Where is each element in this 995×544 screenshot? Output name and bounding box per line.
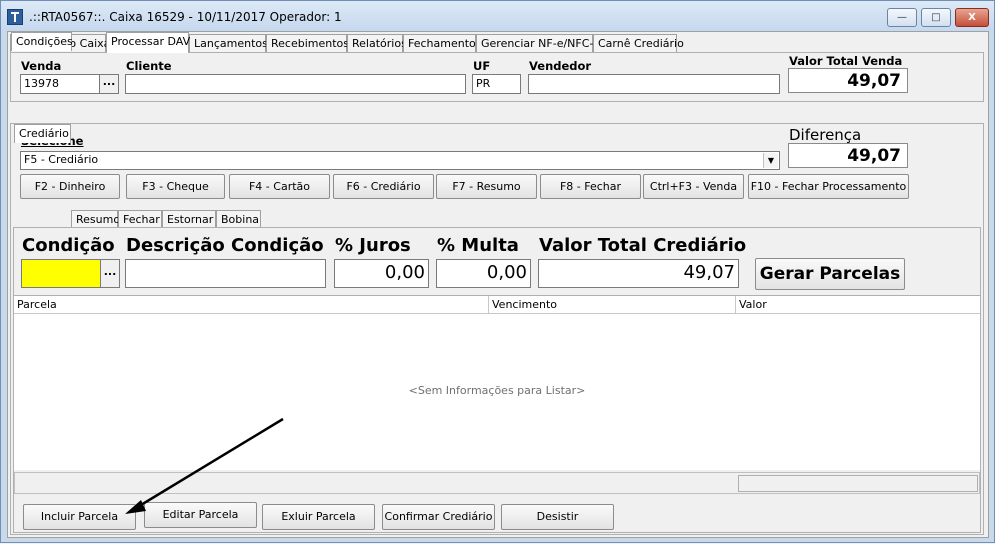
annotation-arrow-icon bbox=[125, 417, 284, 514]
app-window: .::RTA0567::. Caixa 16529 - 10/11/2017 O… bbox=[0, 0, 995, 543]
tab-crediario[interactable]: Crediário bbox=[14, 124, 71, 143]
tab-processar-dav[interactable]: Processar DAV bbox=[106, 32, 190, 53]
tab-condicoes[interactable]: Condições bbox=[11, 32, 73, 51]
